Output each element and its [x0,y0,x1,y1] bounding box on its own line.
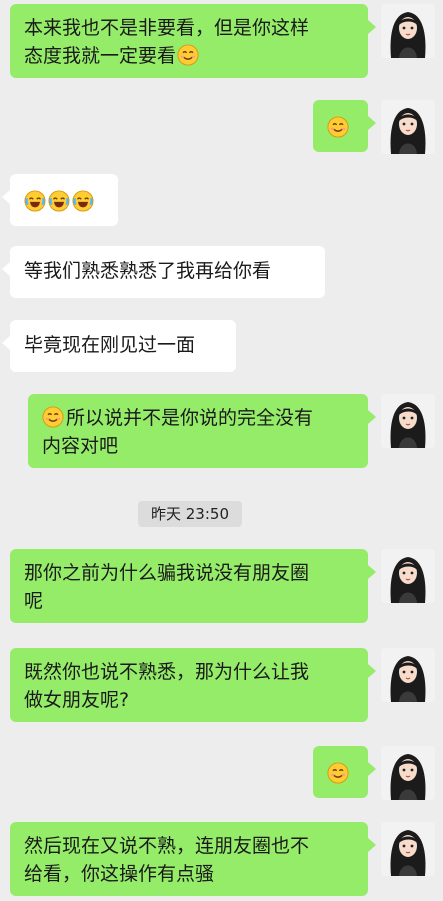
message-bubble[interactable]: 等我们熟悉熟悉了我再给你看 [2,246,325,298]
message-bubble[interactable]: 既然你也说不熟悉，那为什么让我 做女朋友呢? [10,648,376,722]
message-bubble[interactable]: 本来我也不是非要看，但是你这样 态度我就一定要看 [10,4,376,78]
message-text: 毕竟现在刚见过一面 [24,334,196,356]
cry-laugh-emoji-icon [48,190,70,212]
message-text: 做女朋友呢? [24,689,130,711]
smile-emoji-icon [42,406,64,428]
avatar-girl-icon [381,100,435,154]
message-text: 既然你也说不熟悉，那为什么让我 [24,661,310,683]
message-text: 那你之前为什么骗我说没有朋友圈 [24,562,310,584]
message-bubble[interactable] [2,174,118,226]
message-text: 本来我也不是非要看，但是你这样 [24,17,310,39]
cry-laugh-emoji-icon [24,190,46,212]
message-text: 呢 [24,590,44,612]
self-avatar[interactable] [381,746,435,800]
avatar-girl-icon [381,549,435,603]
smile-emoji-icon [327,116,349,138]
avatar-girl-icon [381,4,435,58]
self-avatar[interactable] [381,822,435,876]
message-text: 然后现在又说不熟，连朋友圈也不 [24,835,310,857]
message-bubble[interactable]: 那你之前为什么骗我说没有朋友圈 呢 [10,549,376,623]
avatar-girl-icon [381,746,435,800]
message-bubble[interactable]: 毕竟现在刚见过一面 [2,320,236,372]
message-bubble[interactable]: 所以说并不是你说的完全没有 内容对吧 [28,394,376,468]
self-avatar[interactable] [381,394,435,448]
avatar-girl-icon [381,822,435,876]
self-avatar[interactable] [381,4,435,58]
message-text: 态度我就一定要看 [24,45,177,67]
self-avatar[interactable] [381,648,435,702]
avatar-girl-icon [381,394,435,448]
message-bubble[interactable] [313,100,376,152]
smile-emoji-icon [327,762,349,784]
smile-emoji-icon [177,44,199,66]
self-avatar[interactable] [381,549,435,603]
avatar-girl-icon [381,648,435,702]
message-text: 给看，你这操作有点骚 [24,863,215,885]
message-text: 内容对吧 [42,435,119,457]
self-avatar[interactable] [381,100,435,154]
message-text: 所以说并不是你说的完全没有 [66,407,314,429]
timestamp-divider: 昨天 23:50 [138,501,242,527]
message-bubble[interactable]: 然后现在又说不熟，连朋友圈也不 给看，你这操作有点骚 [10,822,376,896]
message-text: 等我们熟悉熟悉了我再给你看 [24,260,272,282]
message-bubble[interactable] [313,746,376,798]
cry-laugh-emoji-icon [72,190,94,212]
